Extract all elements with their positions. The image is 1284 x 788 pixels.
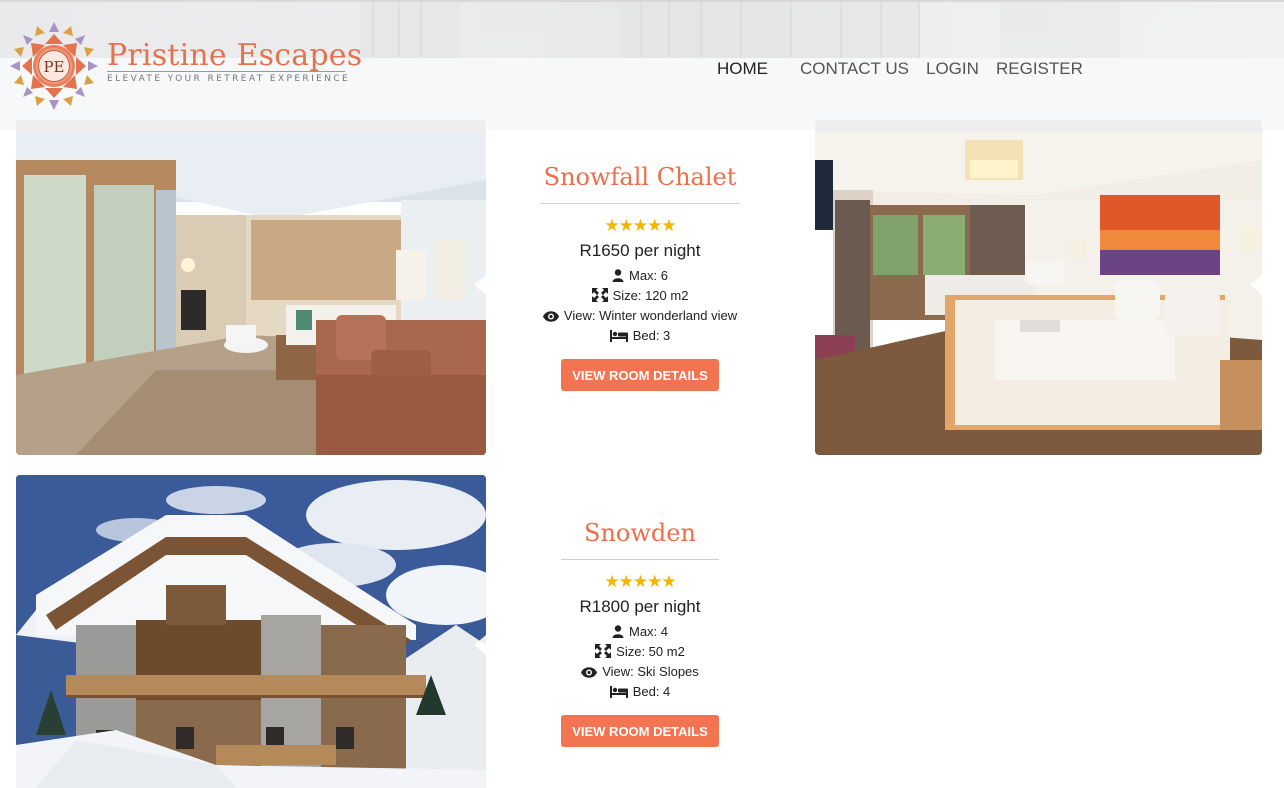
nav-contact-us[interactable]: CONTACT US	[800, 59, 909, 79]
detail-max: Max: 6	[530, 266, 750, 286]
carousel-prev-chevron-left-icon[interactable]	[474, 275, 486, 295]
logo-mandala-icon: PE	[10, 22, 98, 110]
room-title: Snowfall Chalet	[543, 163, 737, 191]
view-room-details-button[interactable]: VIEW ROOM DETAILS	[561, 715, 719, 747]
detail-size: Size: 120 m2	[530, 286, 750, 306]
room-title: Snowden	[584, 519, 696, 547]
carousel-prev-chevron-left-icon[interactable]	[474, 635, 486, 655]
room-price: R1800 per night	[579, 597, 701, 616]
user-icon	[612, 269, 624, 282]
view-room-details-button[interactable]: VIEW ROOM DETAILS	[561, 359, 719, 391]
nav-register[interactable]: REGISTER	[996, 59, 1083, 79]
title-divider	[540, 203, 740, 204]
rating-stars: ★★★★★	[604, 572, 676, 592]
title-divider	[561, 559, 719, 560]
eye-icon	[581, 667, 598, 678]
detail-view: View: Ski Slopes	[530, 662, 750, 682]
eye-icon	[542, 311, 559, 322]
bed-icon	[609, 330, 628, 342]
room-photo-living-area[interactable]	[16, 120, 486, 455]
room-card-snowfall-chalet: Snowfall Chalet ★★★★★ R1650 per night Ma…	[530, 163, 750, 391]
brand-tagline: ELEVATE YOUR RETREAT EXPERIENCE	[107, 74, 351, 84]
detail-size: Size: 50 m2	[530, 642, 750, 662]
nav-login[interactable]: LOGIN	[926, 59, 979, 79]
user-icon	[612, 625, 624, 638]
logo-divider	[107, 71, 345, 72]
detail-bed: Bed: 3	[530, 326, 750, 346]
detail-max: Max: 4	[530, 622, 750, 642]
rating-stars: ★★★★★	[604, 216, 676, 236]
room-price: R1650 per night	[579, 241, 701, 260]
detail-view: View: Winter wonderland view	[530, 306, 750, 326]
brand-logo[interactable]: PE Pristine Escapes ELEVATE YOUR RETREAT…	[9, 21, 362, 113]
brand-name: Pristine Escapes	[107, 38, 363, 73]
site-header: PE Pristine Escapes ELEVATE YOUR RETREAT…	[0, 0, 1284, 130]
expand-arrows-icon	[591, 288, 608, 302]
room-photo-chalet-exterior[interactable]	[16, 475, 486, 788]
room-card-snowden: Snowden ★★★★★ R1800 per night Max: 4 Siz…	[530, 519, 750, 747]
expand-arrows-icon	[595, 644, 612, 658]
bed-icon	[609, 686, 628, 698]
svg-text:PE: PE	[43, 58, 64, 76]
room-photo-bedroom[interactable]	[815, 120, 1262, 455]
nav-home[interactable]: HOME	[717, 59, 768, 79]
carousel-prev-chevron-left-icon[interactable]	[1250, 275, 1262, 295]
detail-bed: Bed: 4	[530, 682, 750, 702]
